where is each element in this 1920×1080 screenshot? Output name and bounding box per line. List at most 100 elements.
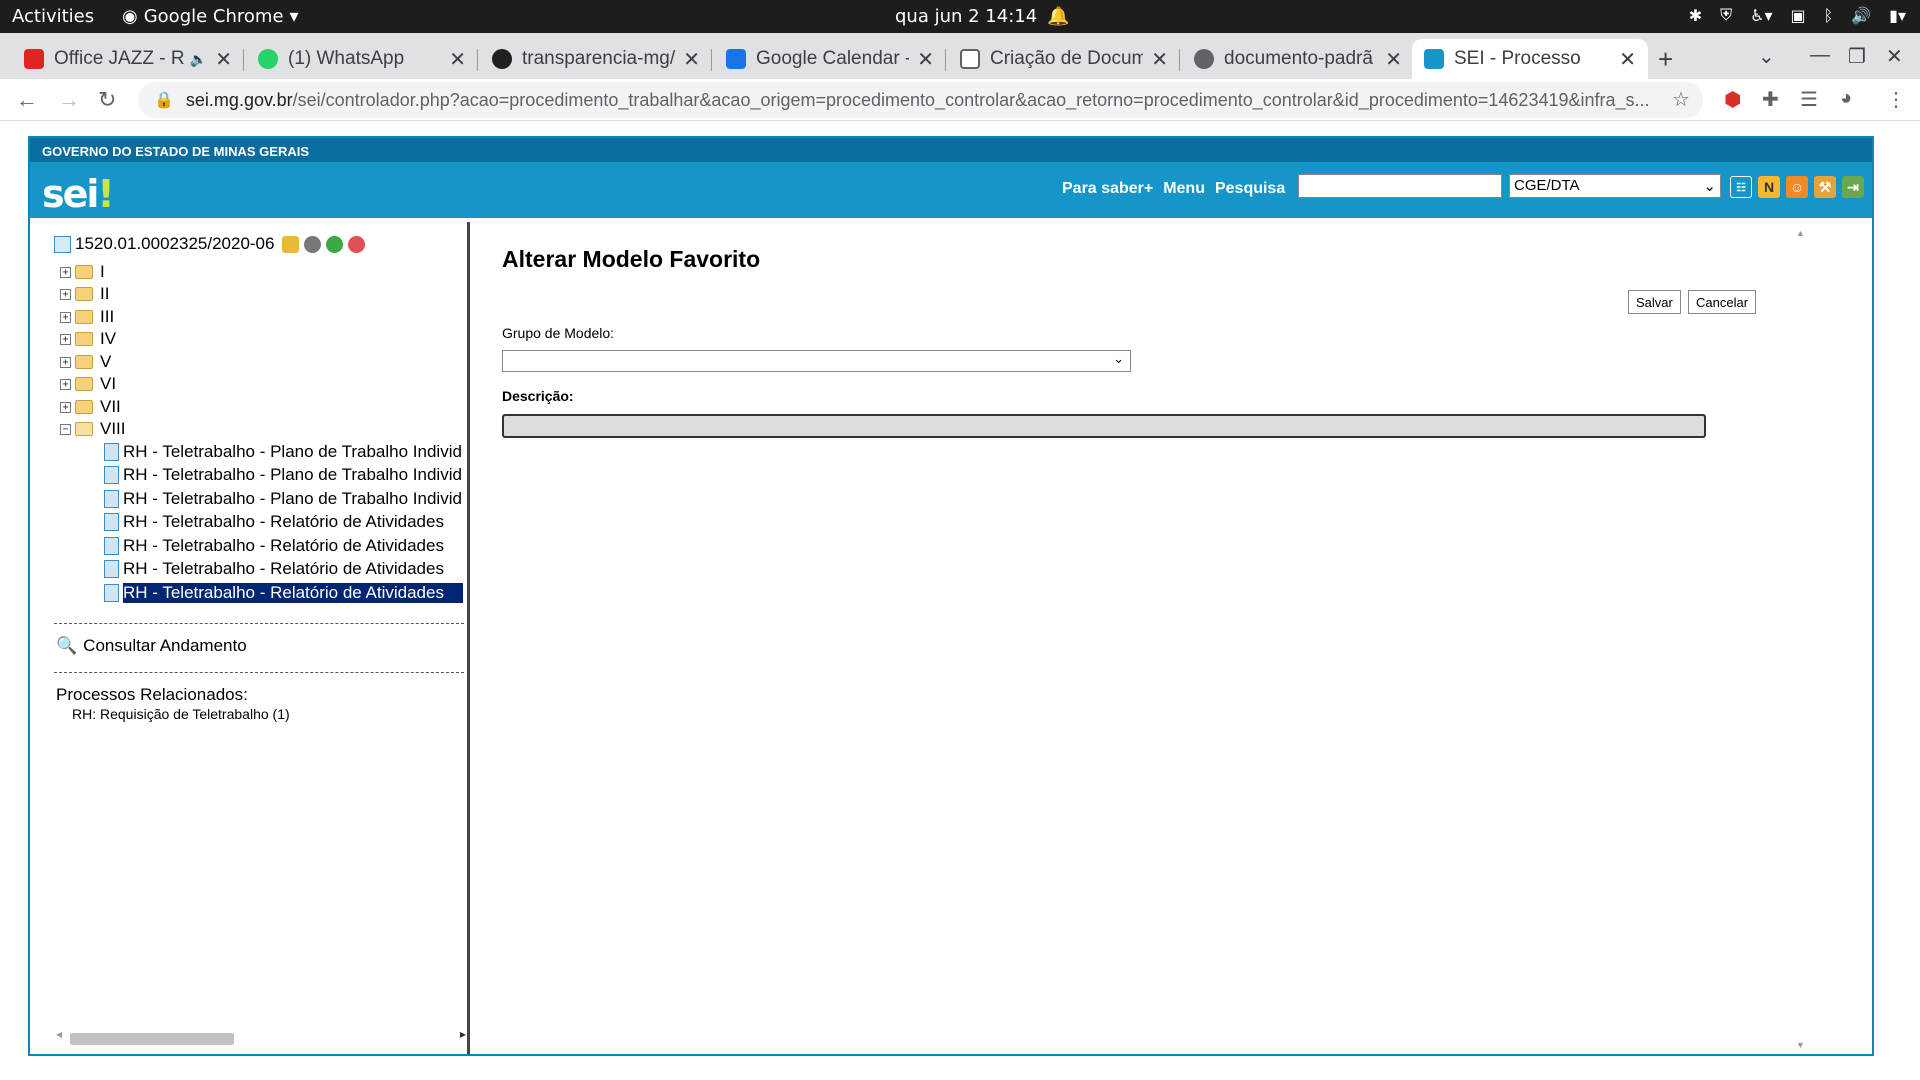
window-close-icon[interactable]: ✕ — [1886, 44, 1903, 69]
extensions-puzzle-icon[interactable]: ✚ — [1762, 87, 1779, 112]
eye-icon[interactable] — [304, 235, 322, 253]
tab-whatsapp[interactable]: (1) WhatsApp ✕ — [246, 39, 478, 79]
expand-icon[interactable]: + — [60, 266, 71, 278]
app-menu[interactable]: ◉ Google Chrome ▾ — [122, 6, 299, 27]
reload-icon[interactable]: ↻ — [98, 87, 116, 113]
lock-icon[interactable]: 🔒 — [154, 90, 174, 110]
document-label[interactable]: RH - Teletrabalho - Relatório de Ativida… — [123, 536, 463, 556]
close-icon[interactable]: ✕ — [1151, 47, 1168, 72]
forward-icon[interactable]: → — [58, 87, 80, 113]
related-process-link[interactable]: RH: Requisição de Teletrabalho (1) — [72, 706, 290, 722]
tree-document-node[interactable]: RH - Teletrabalho - Plano de Trabalho In… — [104, 442, 463, 462]
wrench-icon[interactable]: ⚒ — [1814, 176, 1836, 198]
tree-document-node[interactable]: RH - Teletrabalho - Relatório de Ativida… — [104, 559, 463, 579]
scroll-down-icon[interactable]: ▼ — [1796, 1040, 1805, 1050]
tree-folder-node[interactable]: + I — [60, 262, 105, 282]
close-icon[interactable]: ✕ — [683, 47, 700, 72]
tab-sei-processo[interactable]: SEI - Processo ✕ — [1412, 39, 1648, 79]
tree-document-node-selected[interactable]: RH - Teletrabalho - Relatório de Ativida… — [104, 583, 463, 603]
grupo-modelo-select[interactable]: ⌄ — [502, 350, 1131, 372]
tab-google-calendar[interactable]: Google Calendar - ✕ — [714, 39, 946, 79]
tree-folder-node-open[interactable]: − VIII — [60, 419, 126, 439]
document-label[interactable]: RH - Teletrabalho - Plano de Trabalho In… — [123, 465, 463, 485]
tree-document-node[interactable]: RH - Teletrabalho - Relatório de Ativida… — [104, 536, 463, 556]
close-icon[interactable]: ✕ — [215, 47, 232, 72]
tree-document-node[interactable]: RH - Teletrabalho - Relatório de Ativida… — [104, 512, 463, 532]
user-icon[interactable]: ☺ — [1786, 176, 1808, 198]
extension-badge-icon[interactable]: ⬢ — [1724, 87, 1741, 112]
scrollbar-thumb[interactable] — [70, 1033, 234, 1045]
close-icon[interactable]: ✕ — [1385, 47, 1402, 72]
bookmark-star-icon[interactable]: ☆ — [1672, 87, 1690, 112]
save-button[interactable]: Salvar — [1628, 290, 1681, 314]
remove-circle-icon[interactable] — [348, 235, 366, 253]
back-icon[interactable]: ← — [16, 87, 38, 113]
minimize-icon[interactable]: — — [1810, 44, 1830, 67]
list-view-icon[interactable]: ☷ — [1730, 176, 1752, 198]
tab-criacao-documento[interactable]: Criação de Docum ✕ — [948, 39, 1180, 79]
tab-search-icon[interactable]: ⌄ — [1758, 44, 1775, 69]
tree-folder-node[interactable]: + VII — [60, 397, 121, 417]
expand-icon[interactable]: + — [60, 311, 71, 323]
new-notes-icon[interactable]: N — [1758, 176, 1780, 198]
key-icon[interactable] — [282, 235, 300, 253]
battery-icon[interactable]: ▮▾ — [1889, 6, 1906, 25]
document-label[interactable]: RH - Teletrabalho - Relatório de Ativida… — [123, 559, 463, 579]
bluetooth-icon[interactable]: ᛒ — [1824, 6, 1834, 25]
document-label[interactable]: RH - Teletrabalho - Plano de Trabalho In… — [123, 442, 463, 462]
document-label[interactable]: RH - Teletrabalho - Relatório de Ativida… — [123, 512, 463, 532]
tree-folder-node[interactable]: + II — [60, 284, 109, 304]
scroll-up-icon[interactable]: ▲ — [1796, 228, 1805, 238]
address-bar[interactable]: 🔒 sei.mg.gov.br/sei/controlador.php?acao… — [138, 82, 1703, 118]
expand-icon[interactable]: + — [60, 288, 71, 300]
tab-office-jazz[interactable]: Office JAZZ - R 🔈 ✕ — [12, 39, 244, 79]
screen-icon[interactable]: ▣ — [1791, 6, 1806, 25]
sei-logo[interactable]: sei! — [42, 172, 115, 216]
tree-folder-node[interactable]: + V — [60, 352, 111, 372]
expand-icon[interactable]: + — [60, 356, 71, 368]
para-saber-link[interactable]: Para saber+ — [1062, 180, 1153, 198]
slack-icon[interactable]: ✱ — [1689, 6, 1702, 25]
tree-folder-node[interactable]: + VI — [60, 374, 116, 394]
accessibility-icon[interactable]: ♿▾ — [1750, 6, 1772, 25]
restore-icon[interactable]: ❐ — [1848, 44, 1866, 69]
unit-select[interactable]: CGE/DTA ⌄ — [1509, 174, 1721, 198]
new-tab-button[interactable]: + — [1658, 44, 1673, 75]
expand-icon[interactable]: + — [60, 333, 71, 345]
tree-horizontal-scrollbar[interactable]: ◀ ▶ — [56, 1030, 466, 1046]
close-icon[interactable]: ✕ — [917, 47, 934, 72]
close-icon[interactable]: ✕ — [1619, 47, 1636, 72]
system-tray[interactable]: ✱ ⛨ ♿▾ ▣ ᛒ 🔊 ▮▾ — [1689, 5, 1906, 25]
add-circle-icon[interactable] — [326, 235, 344, 253]
tab-github[interactable]: transparencia-mg/ ✕ — [480, 39, 712, 79]
consultar-andamento-label[interactable]: Consultar Andamento — [83, 636, 247, 656]
tree-folder-node[interactable]: + IV — [60, 329, 116, 349]
volume-icon[interactable]: 🔊 — [1851, 6, 1871, 25]
kebab-menu-icon[interactable]: ⋮ — [1886, 87, 1906, 112]
consultar-andamento-link[interactable]: 🔍 Consultar Andamento — [56, 636, 247, 656]
shield-icon[interactable]: ⛨ — [1720, 5, 1732, 25]
cancel-button[interactable]: Cancelar — [1688, 290, 1757, 314]
tree-document-node[interactable]: RH - Teletrabalho - Plano de Trabalho In… — [104, 489, 463, 509]
exit-icon[interactable]: ⇥ — [1842, 176, 1864, 198]
collapse-icon[interactable]: − — [60, 423, 71, 435]
expand-icon[interactable]: + — [60, 378, 71, 390]
tree-folder-node[interactable]: + III — [60, 307, 114, 327]
tree-document-node[interactable]: RH - Teletrabalho - Plano de Trabalho In… — [104, 465, 463, 485]
tab-documento-padrao[interactable]: documento-padrã ✕ — [1182, 39, 1414, 79]
scroll-right-icon[interactable]: ▶ — [460, 1030, 466, 1039]
profile-avatar[interactable]: ◕ — [1840, 87, 1852, 110]
descricao-input[interactable] — [502, 414, 1706, 438]
process-root-node[interactable]: 1520.01.0002325/2020-06 — [54, 234, 366, 254]
document-label[interactable]: RH - Teletrabalho - Relatório de Ativida… — [123, 583, 463, 603]
main-vertical-scrollbar[interactable]: ▲ ▼ — [1794, 222, 1808, 1054]
scroll-left-icon[interactable]: ◀ — [56, 1030, 62, 1039]
close-icon[interactable]: ✕ — [449, 47, 466, 72]
search-input[interactable] — [1298, 174, 1502, 198]
clock[interactable]: qua jun 2 14:14 🔔 — [895, 6, 1070, 27]
url-text[interactable]: sei.mg.gov.br/sei/controlador.php?acao=p… — [186, 90, 1676, 111]
pesquisa-link[interactable]: Pesquisa — [1215, 180, 1285, 198]
activities-button[interactable]: Activities — [12, 6, 94, 27]
process-number[interactable]: 1520.01.0002325/2020-06 — [75, 234, 274, 254]
expand-icon[interactable]: + — [60, 401, 71, 413]
